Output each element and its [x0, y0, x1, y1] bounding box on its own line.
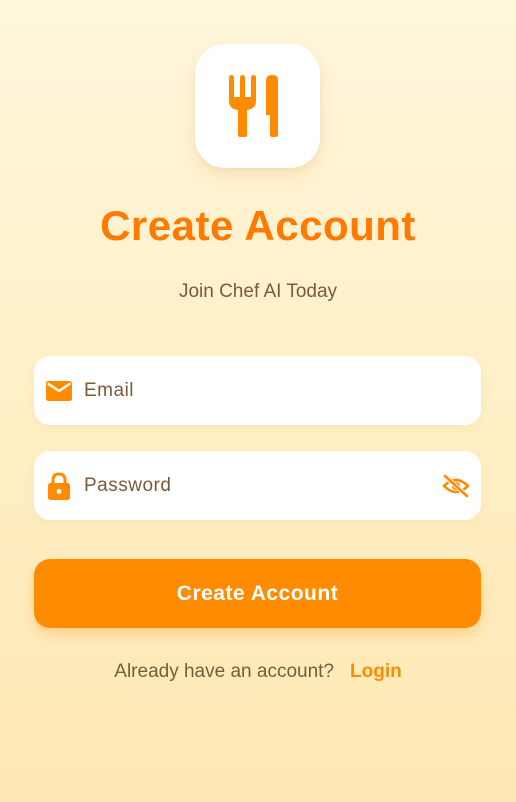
- mail-icon: [45, 377, 73, 405]
- email-field[interactable]: [34, 356, 481, 425]
- password-input[interactable]: [84, 474, 441, 497]
- eye-off-icon[interactable]: [441, 471, 471, 501]
- login-prompt-text: Already have an account?: [114, 661, 334, 682]
- page-subtitle: Join Chef AI Today: [178, 281, 338, 302]
- lock-icon: [45, 471, 73, 500]
- restaurant-icon: [228, 75, 287, 137]
- page-title: Create Account: [100, 202, 416, 249]
- signup-screen: Create Account Join Chef AI Today Email …: [0, 0, 516, 802]
- password-field[interactable]: [34, 451, 481, 520]
- app-logo: [195, 44, 320, 168]
- email-input[interactable]: [84, 379, 481, 402]
- create-account-button[interactable]: Create Account: [34, 559, 481, 628]
- login-link[interactable]: Login: [350, 661, 402, 683]
- login-prompt: Already have an account? Login: [0, 661, 516, 683]
